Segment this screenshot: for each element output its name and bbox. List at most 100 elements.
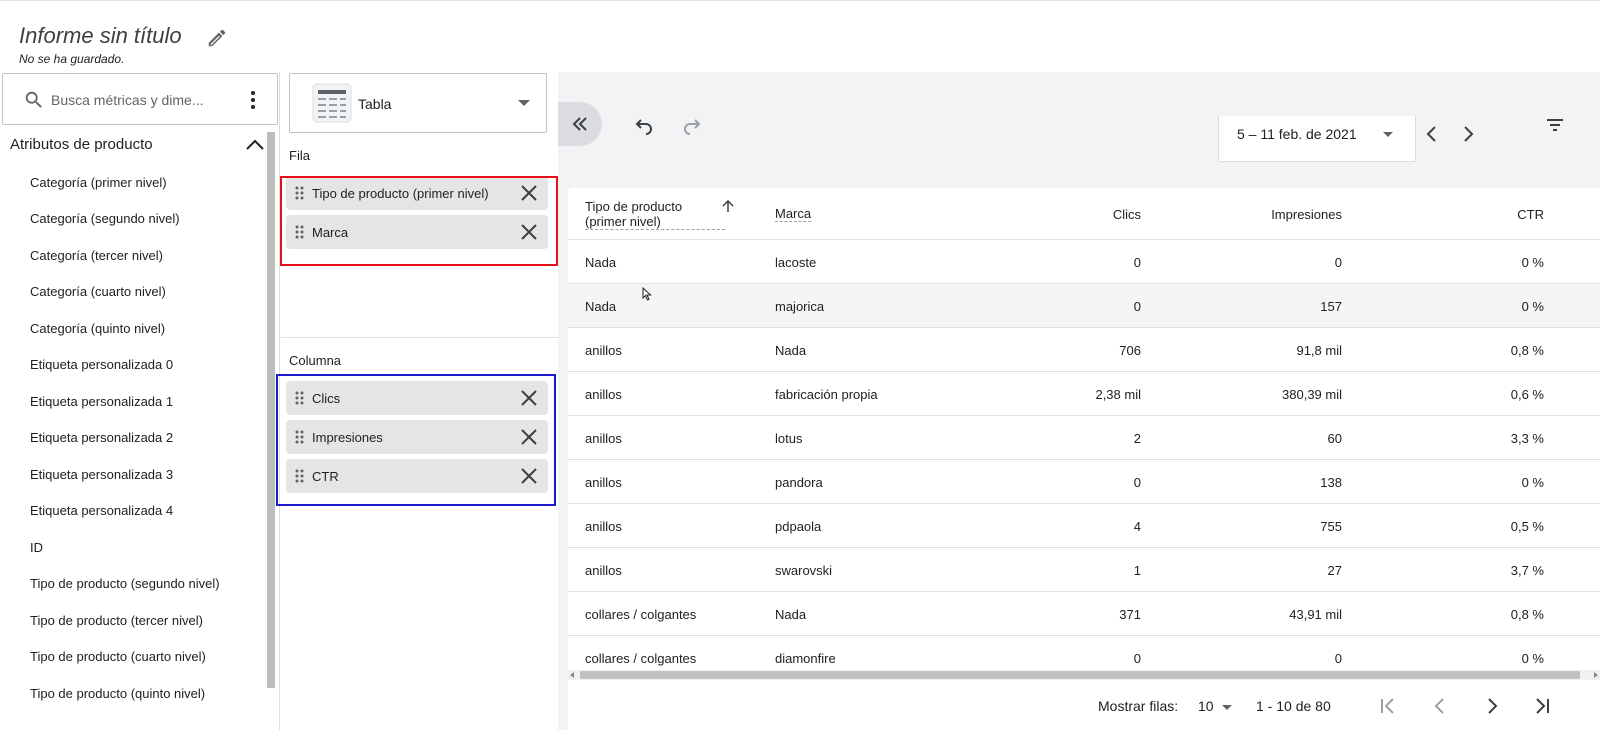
cell-brand: Nada <box>775 606 807 622</box>
header-product-type[interactable]: Tipo de producto (primer nivel) <box>585 188 725 240</box>
dropdown-caret-icon <box>1383 132 1393 137</box>
cell-product-type: anillos <box>585 518 622 534</box>
attribute-item[interactable]: Categoría (tercer nivel) <box>0 237 268 274</box>
scroll-left-arrow-icon[interactable] <box>570 672 574 678</box>
horizontal-scrollbar[interactable] <box>568 670 1600 680</box>
table-row[interactable]: anillos Nada 706 91,8 mil 0,8 % <box>568 328 1600 372</box>
attribute-item[interactable]: Categoría (primer nivel) <box>0 164 268 201</box>
table-row[interactable]: collares / colgantes Nada 371 43,91 mil … <box>568 592 1600 636</box>
attribute-item[interactable]: Tipo de producto (segundo nivel) <box>0 566 268 603</box>
cell-clicks: 371 <box>1119 606 1141 622</box>
first-page-icon[interactable] <box>1376 694 1400 718</box>
attribute-item[interactable]: Etiqueta personalizada 1 <box>0 383 268 420</box>
cell-impressions: 755 <box>1320 518 1342 534</box>
cell-impressions: 43,91 mil <box>1289 606 1342 622</box>
more-vert-icon[interactable] <box>241 88 265 112</box>
table-body: Nada lacoste 0 0 0 % Nada majorica 0 157… <box>568 240 1600 680</box>
cell-impressions: 60 <box>1327 430 1342 446</box>
cell-product-type: Nada <box>585 298 617 314</box>
search-placeholder: Busca métricas y dime... <box>51 92 204 108</box>
search-icon <box>25 91 42 108</box>
cell-clicks: 1 <box>1133 562 1141 578</box>
header-ctr[interactable]: CTR <box>1517 188 1544 240</box>
chevron-up-icon[interactable] <box>244 136 266 154</box>
cell-product-type: anillos <box>585 342 622 358</box>
cell-impressions: 157 <box>1320 298 1342 314</box>
report-header: Informe sin título No se ha guardado. <box>0 0 1600 72</box>
attribute-item[interactable]: Tipo de producto (quinto nivel) <box>0 675 268 712</box>
cell-clicks: 706 <box>1119 342 1141 358</box>
chevron-right-icon[interactable] <box>1458 124 1478 144</box>
cell-clicks: 2 <box>1133 430 1141 446</box>
collapse-panel-button[interactable] <box>558 102 602 146</box>
section-divider <box>281 337 558 338</box>
column-group-label: Columna <box>289 353 342 368</box>
page-range-label: 1 - 10 de 80 <box>1256 698 1331 714</box>
cell-impressions: 380,39 mil <box>1282 386 1342 402</box>
attribute-item[interactable]: Categoría (cuarto nivel) <box>0 274 268 311</box>
filter-icon[interactable] <box>1544 114 1566 136</box>
cell-ctr: 3,3 % <box>1510 430 1544 446</box>
section-title-product-attributes[interactable]: Atributos de producto <box>10 136 153 153</box>
table-row[interactable]: anillos swarovski 1 27 3,7 % <box>568 548 1600 592</box>
cell-impressions: 27 <box>1327 562 1342 578</box>
cell-clicks: 0 <box>1133 298 1141 314</box>
cell-ctr: 0,6 % <box>1510 386 1544 402</box>
field-search-input[interactable]: Busca métricas y dime... <box>2 73 278 125</box>
table-row[interactable]: anillos pandora 0 138 0 % <box>568 460 1600 504</box>
table-row[interactable]: anillos pdpaola 4 755 0,5 % <box>568 504 1600 548</box>
attribute-item[interactable]: Etiqueta personalizada 3 <box>0 456 268 493</box>
date-range-picker[interactable]: 5 – 11 feb. de 2021 <box>1218 116 1416 162</box>
chart-type-select[interactable]: Tabla <box>289 73 547 133</box>
table-header-row: Tipo de producto (primer nivel) Marca Cl… <box>568 188 1600 240</box>
attribute-item[interactable]: Categoría (quinto nivel) <box>0 310 268 347</box>
cell-product-type: Nada <box>585 254 617 270</box>
next-page-icon[interactable] <box>1480 694 1504 718</box>
vertical-scrollbar[interactable] <box>267 132 275 688</box>
table-row[interactable]: anillos fabricación propia 2,38 mil 380,… <box>568 372 1600 416</box>
cell-product-type: anillos <box>585 562 622 578</box>
attribute-item[interactable]: Tipo de producto (cuarto nivel) <box>0 639 268 676</box>
scrollbar-thumb[interactable] <box>580 671 1580 679</box>
attribute-item[interactable]: Categoría (segundo nivel) <box>0 201 268 238</box>
attribute-item[interactable]: Tipo de producto (tercer nivel) <box>0 602 268 639</box>
chart-type-label: Tabla <box>358 96 392 112</box>
report-title[interactable]: Informe sin título <box>19 23 182 49</box>
header-clicks[interactable]: Clics <box>1113 188 1141 240</box>
prev-page-icon[interactable] <box>1428 694 1452 718</box>
chevron-left-icon[interactable] <box>1422 124 1442 144</box>
attribute-item[interactable]: Etiqueta personalizada 2 <box>0 420 268 457</box>
cell-ctr: 0,5 % <box>1510 518 1544 534</box>
rows-per-page-select[interactable]: 10 <box>1198 698 1214 714</box>
pencil-icon[interactable] <box>206 27 228 49</box>
rows-per-page-label: Mostrar filas: <box>1098 698 1179 714</box>
attribute-item[interactable]: Etiqueta personalizada 4 <box>0 493 268 530</box>
cell-clicks: 4 <box>1133 518 1141 534</box>
undo-icon[interactable] <box>634 115 654 135</box>
attribute-item[interactable]: ID <box>0 529 268 566</box>
cell-brand: lotus <box>775 430 803 446</box>
table-row[interactable]: Nada majorica 0 157 0 % <box>568 284 1600 328</box>
table-row[interactable]: Nada lacoste 0 0 0 % <box>568 240 1600 284</box>
date-range-label: 5 – 11 feb. de 2021 <box>1237 126 1357 142</box>
column-highlight-box <box>276 374 556 506</box>
table-chart-icon <box>312 83 352 123</box>
cell-brand: pdpaola <box>775 518 822 534</box>
row-group-label: Fila <box>289 148 310 163</box>
arrow-up-icon[interactable] <box>720 198 736 214</box>
scroll-right-arrow-icon[interactable] <box>1594 672 1598 678</box>
header-brand[interactable]: Marca <box>775 188 812 240</box>
attribute-item[interactable]: Etiqueta personalizada 0 <box>0 347 268 384</box>
last-page-icon[interactable] <box>1530 694 1554 718</box>
row-highlight-box <box>280 176 558 266</box>
cell-clicks: 0 <box>1133 254 1141 270</box>
cell-clicks: 0 <box>1133 474 1141 490</box>
cell-clicks: 2,38 mil <box>1095 386 1141 402</box>
report-canvas: 5 – 11 feb. de 2021 Tipo de producto (pr… <box>558 72 1600 730</box>
header-impressions[interactable]: Impresiones <box>1271 188 1342 240</box>
cell-impressions: 138 <box>1320 474 1342 490</box>
dropdown-caret-icon[interactable] <box>1222 705 1232 710</box>
table-row[interactable]: anillos lotus 2 60 3,3 % <box>568 416 1600 460</box>
dropdown-caret-icon <box>518 100 530 106</box>
redo-icon[interactable] <box>682 115 702 135</box>
